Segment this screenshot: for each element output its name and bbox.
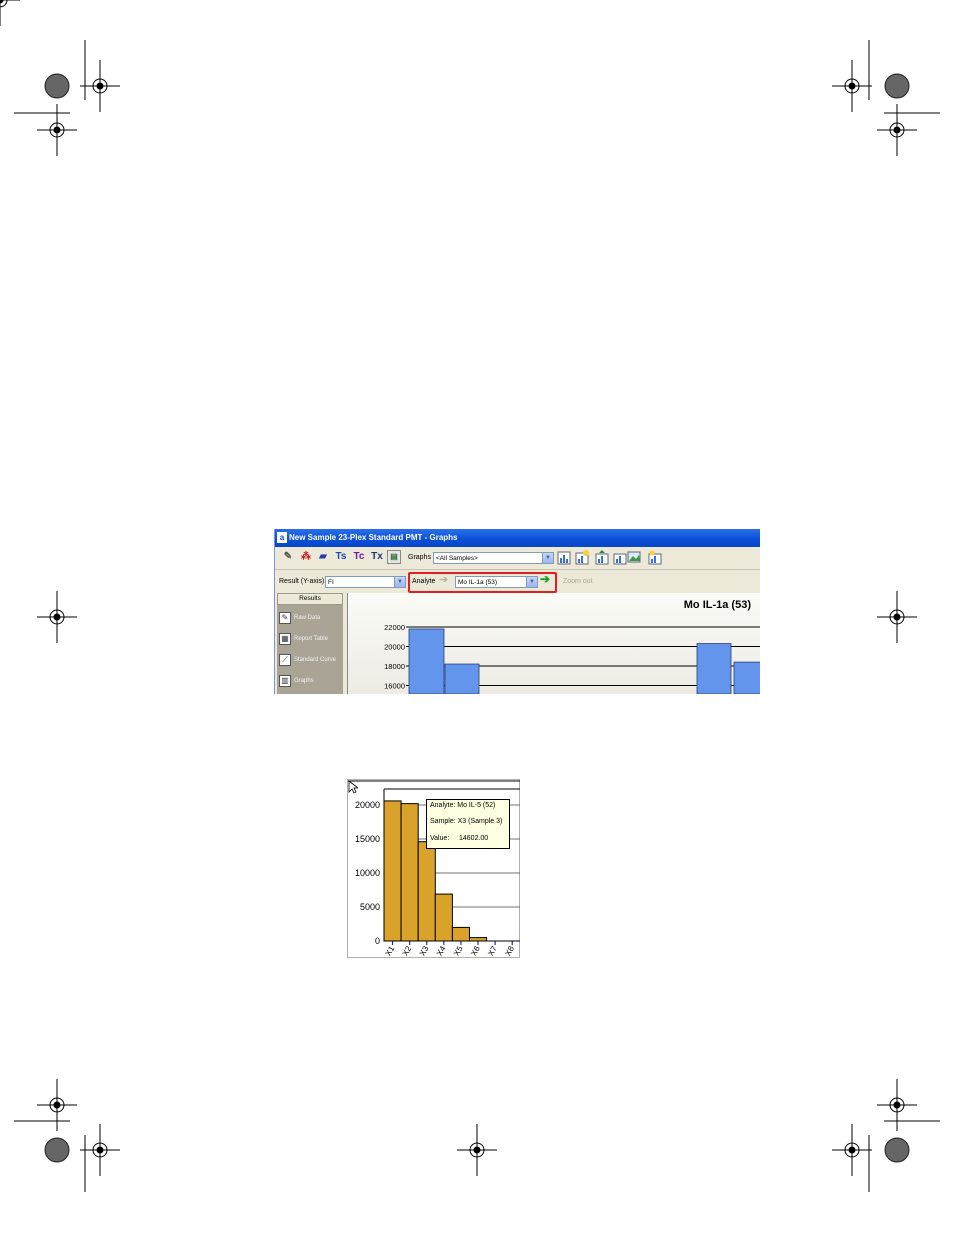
bar <box>434 893 453 942</box>
chevron-down-icon[interactable]: ▼ <box>394 577 405 587</box>
toolbar: ✎ ⁂ ▰ Ts Tc Tx ▤ Graphs <All Samples> ▼ <box>275 547 760 570</box>
nav-item-label: Report Table <box>294 636 328 642</box>
plate-icon[interactable]: ▰ <box>316 550 330 564</box>
bar <box>400 803 419 942</box>
controls-icon[interactable]: Tc <box>352 550 366 564</box>
graphs-icon: ▥ <box>279 675 291 687</box>
bar-tooltip: Analyte: Mo IL-5 (52) Sample: X3 (Sample… <box>426 799 510 849</box>
x-tick-label: X4 <box>435 944 448 957</box>
analyte-graph: Mo IL-1a (53) 22000 20000 18000 16000 <box>347 593 760 694</box>
x-tick-label: X7 <box>486 944 499 957</box>
raw-data-icon: ✎ <box>279 612 291 624</box>
app-icon: a <box>277 532 287 543</box>
x-tick-label: X5 <box>452 944 465 957</box>
edit-icon[interactable]: ✎ <box>281 550 295 564</box>
nav-item-graphs[interactable]: ▥ Graphs <box>277 672 343 690</box>
x-tick-label: X8 <box>503 944 516 957</box>
chevron-down-icon[interactable]: ▼ <box>542 553 553 563</box>
standard-curve-icon: ⟋ <box>279 654 291 666</box>
y-tick-label: 16000 <box>384 682 405 691</box>
bar <box>417 841 436 942</box>
results-panel: Results ✎ Raw Data ▦ Report Table ⟋ Stan… <box>277 593 343 694</box>
tooltip-sample: Sample: X3 (Sample 3) <box>430 818 503 825</box>
chart-export-icon <box>613 553 627 565</box>
y-tick-label: 0 <box>375 936 380 946</box>
chart-add-icon <box>575 550 589 565</box>
x-tick-label: X3 <box>418 944 431 957</box>
bar <box>444 663 480 694</box>
tooltip-value: 14602.00 <box>459 835 489 842</box>
chart-actions <box>557 550 662 565</box>
y-tick-label: 15000 <box>355 834 380 844</box>
bar <box>451 926 471 942</box>
bar <box>733 661 760 694</box>
analyte-icon[interactable]: ⁂ <box>299 550 313 564</box>
analyte-graph-plot: 22000 20000 18000 16000 <box>384 623 760 694</box>
chart-options-icon <box>648 550 662 565</box>
results-panel-header: Results <box>277 593 343 605</box>
result-y-axis-value: FI <box>328 579 334 586</box>
sample-bar-chart: 20000 15000 10000 5000 0 X1 X2 X3 X4 X5 X6 X7 X8 Ana… <box>347 779 520 958</box>
y-tick-label: 18000 <box>384 662 405 671</box>
graphs-select[interactable]: <All Samples> ▼ <box>433 552 554 564</box>
y-tick-label: 20000 <box>384 643 405 652</box>
report-table-icon: ▦ <box>279 633 291 645</box>
graphs-label: Graphs <box>408 554 431 561</box>
mouse-pointer-icon <box>348 780 358 794</box>
nav-item-raw-data[interactable]: ✎ Raw Data <box>277 609 343 627</box>
y-tick-label: 5000 <box>360 902 380 912</box>
chart-save-icon <box>595 550 609 565</box>
window-title: New Sample 23-Plex Standard PMT - Graphs <box>289 533 458 542</box>
bar <box>408 628 445 694</box>
y-tick-label: 22000 <box>384 623 405 632</box>
chart-icon <box>557 551 571 565</box>
bar <box>469 937 488 942</box>
nav-item-label: Raw Data <box>294 615 321 621</box>
analyte-highlight-box <box>408 572 557 593</box>
nav-item-report-table[interactable]: ▦ Report Table <box>277 630 343 648</box>
title-bar[interactable]: a New Sample 23-Plex Standard PMT - Grap… <box>275 529 760 547</box>
graphs-select-value: <All Samples> <box>436 555 478 562</box>
application-window: a New Sample 23-Plex Standard PMT - Grap… <box>274 529 760 694</box>
zoom-out-button[interactable]: Zoom out <box>563 578 593 585</box>
report-icon[interactable]: ▤ <box>387 550 401 564</box>
y-tick-label: 10000 <box>355 868 380 878</box>
nav-item-label: Standard Curve <box>294 657 337 663</box>
nav-item-label: Graphs <box>294 678 314 684</box>
bar <box>696 643 732 694</box>
unknowns-icon[interactable]: Tx <box>370 550 384 564</box>
nav-item-standard-curve[interactable]: ⟋ Standard Curve <box>277 651 343 669</box>
bar <box>383 800 402 942</box>
tooltip-value-label: Value: <box>430 835 450 842</box>
result-y-axis-select[interactable]: FI ▼ <box>325 576 406 588</box>
tooltip-analyte: Analyte: Mo IL-5 (52) <box>430 802 496 809</box>
image-icon <box>627 551 641 563</box>
x-tick-label: X6 <box>469 944 482 957</box>
x-tick-label: X2 <box>401 944 414 957</box>
standards-icon[interactable]: Ts <box>334 550 348 564</box>
y-tick-label: 20000 <box>355 800 380 810</box>
x-tick-label: X1 <box>384 944 397 957</box>
result-y-axis-label: Result (Y-axis) <box>279 578 325 585</box>
